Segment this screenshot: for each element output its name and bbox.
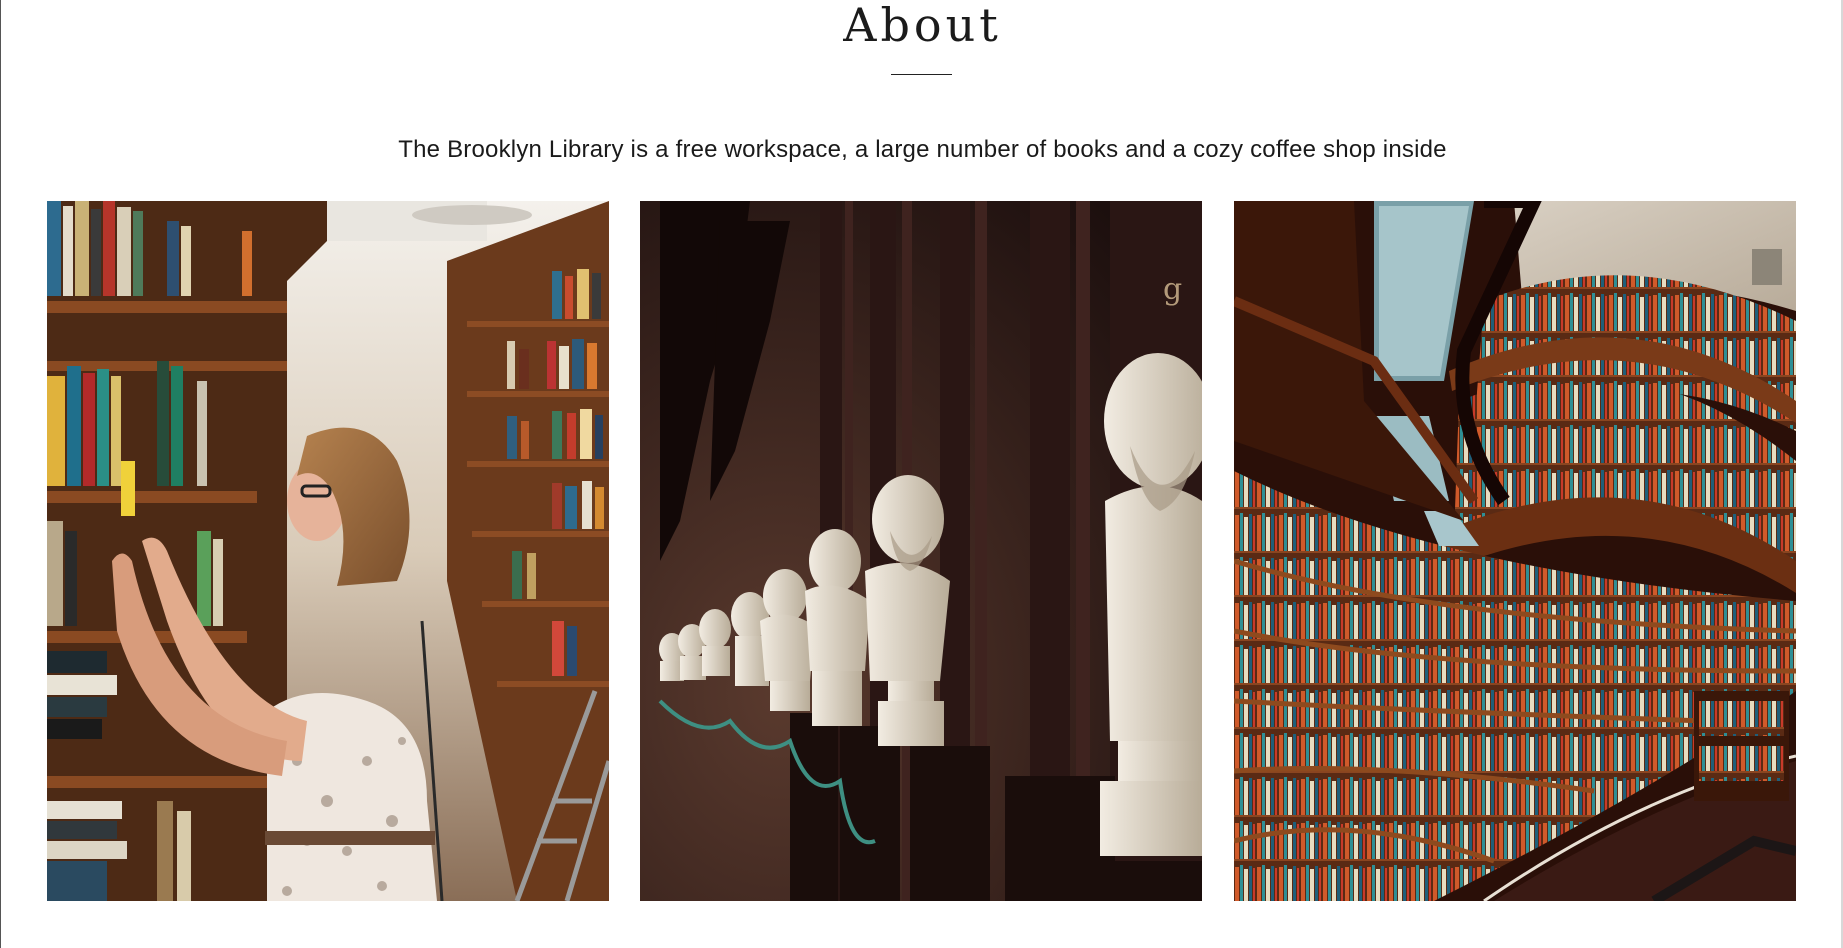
hall-letter: g [1163, 272, 1182, 307]
gallery-image-busts-hall: g [640, 201, 1202, 901]
gallery-image-woman-reading [47, 201, 609, 901]
gallery-image-curved-library [1234, 201, 1796, 901]
section-description: The Brooklyn Library is a free workspace… [398, 136, 1447, 163]
title-divider [891, 74, 952, 75]
section-title: About [843, 0, 1002, 52]
